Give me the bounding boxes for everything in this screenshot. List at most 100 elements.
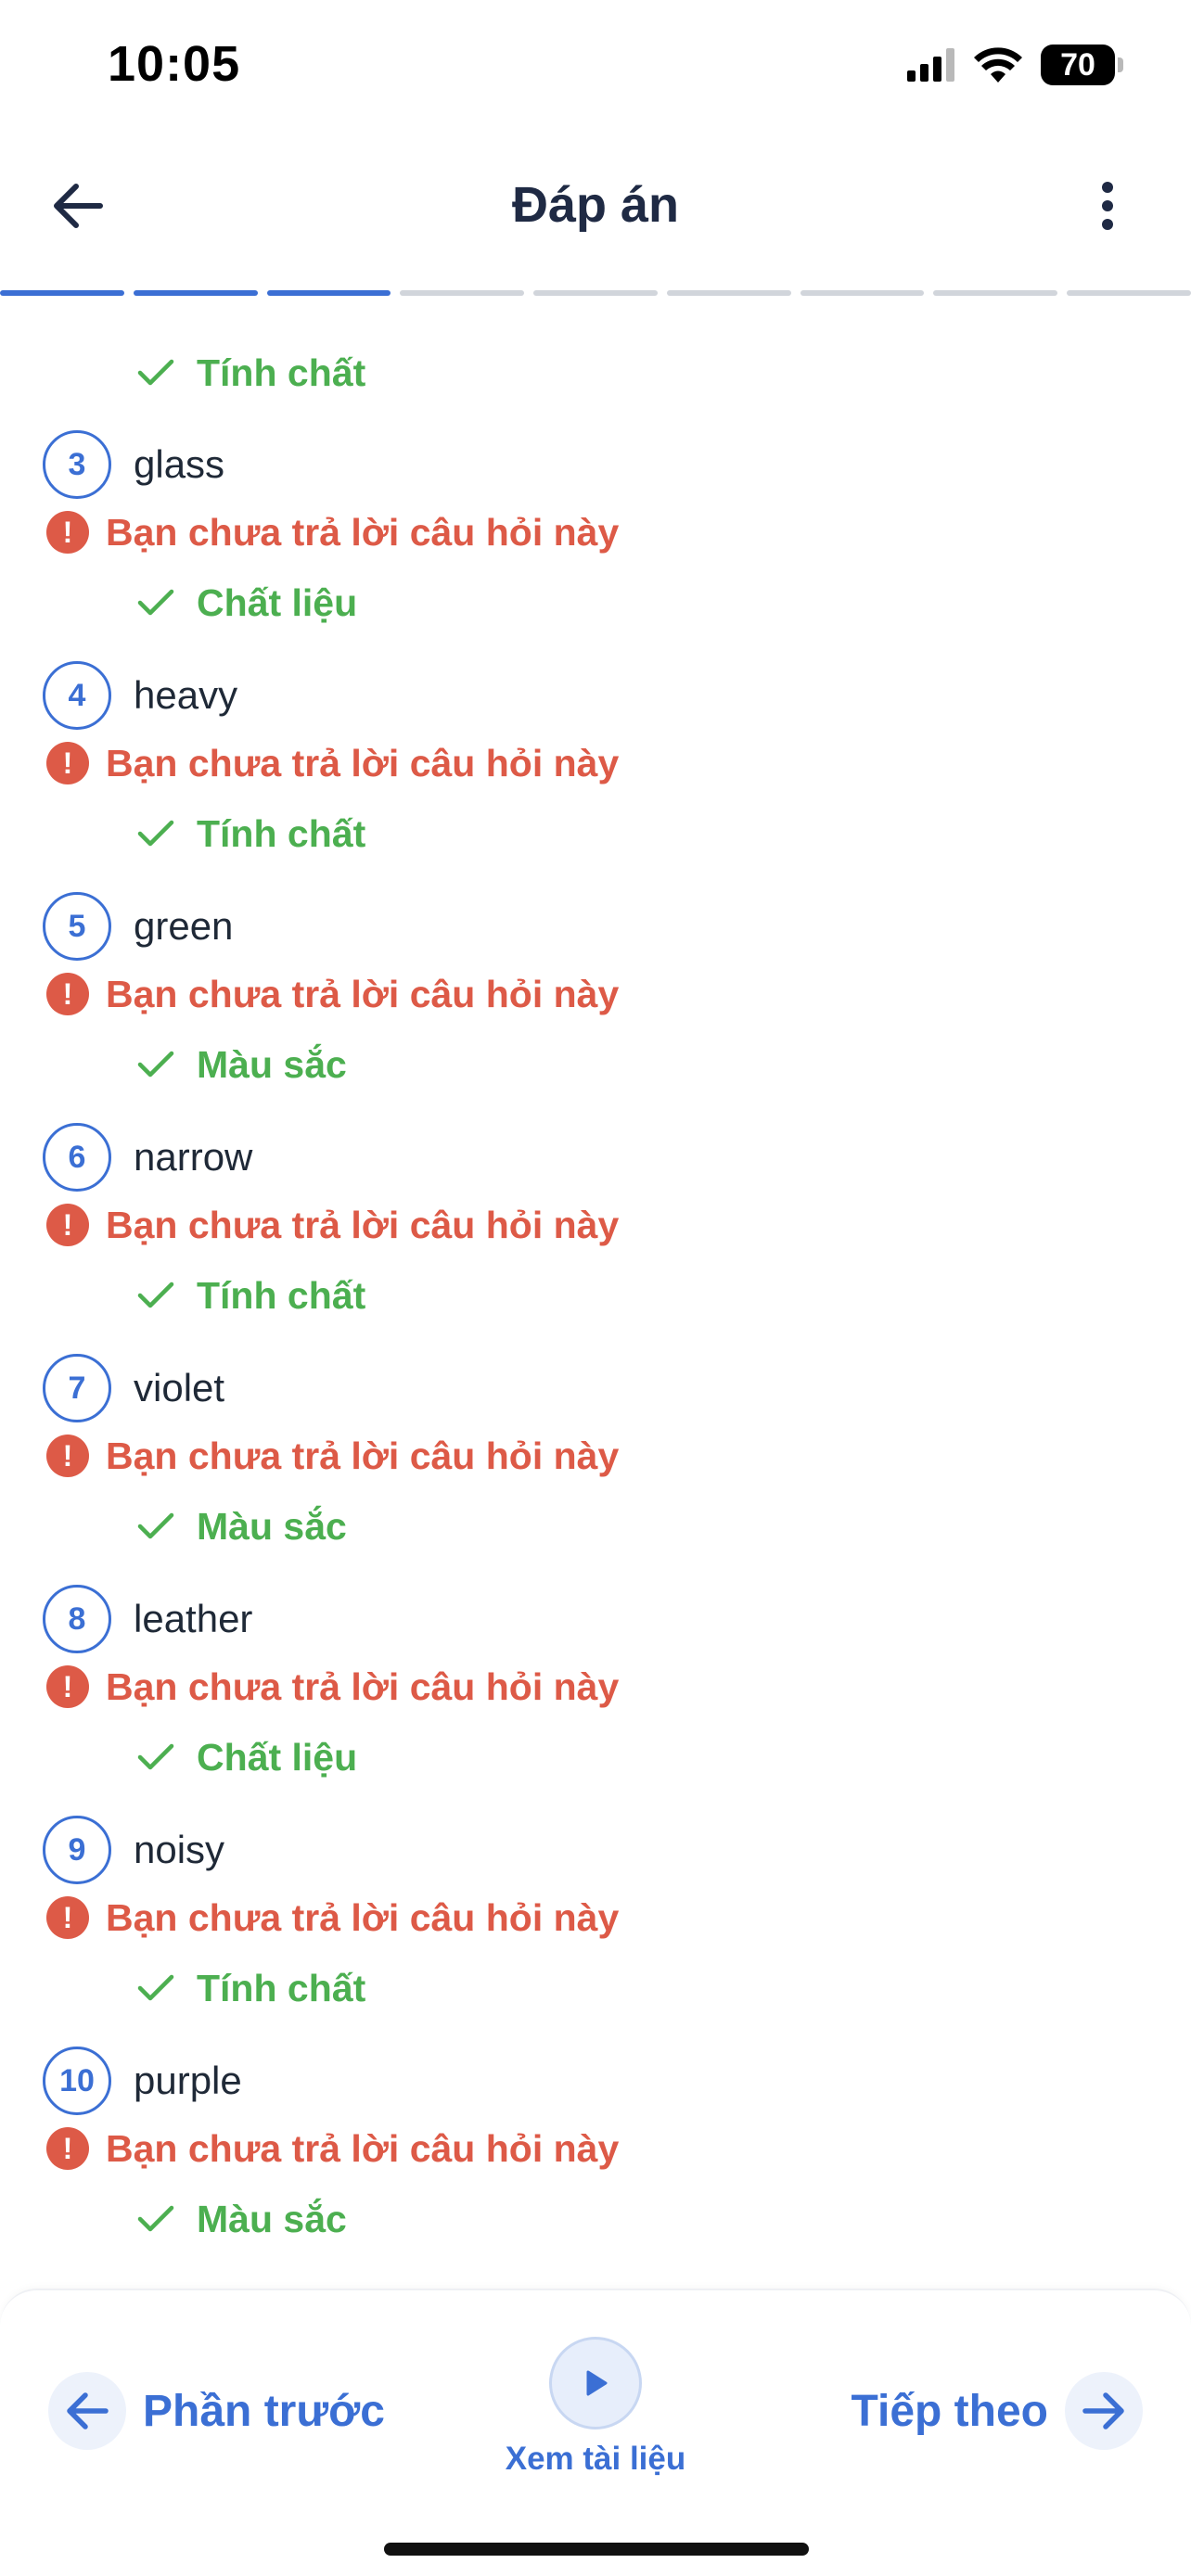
- question-row: 7 violet: [43, 1354, 224, 1422]
- check-icon: [137, 1051, 174, 1078]
- question-row: 9 noisy: [43, 1816, 224, 1884]
- unanswered-row: ! Bạn chưa trả lời câu hỏi này: [46, 504, 619, 560]
- correct-answer-text: Màu sắc: [197, 1042, 347, 1086]
- question-word: green: [134, 904, 234, 948]
- correct-answer-text: Tính chất: [197, 351, 366, 394]
- answer-row: Tính chất: [137, 806, 365, 861]
- question-word: glass: [134, 442, 225, 486]
- unanswered-message: Bạn chưa trả lời câu hỏi này: [106, 1895, 620, 1939]
- check-icon: [137, 359, 174, 386]
- check-icon: [137, 1974, 174, 2001]
- answer-row: Tính chất: [137, 1960, 365, 2016]
- unanswered-row: ! Bạn chưa trả lời câu hỏi này: [46, 966, 619, 1022]
- previous-section-button[interactable]: Phần trước: [48, 2372, 385, 2450]
- question-word: noisy: [134, 1828, 225, 1871]
- question-word: violet: [134, 1366, 225, 1409]
- unanswered-message: Bạn chưa trả lời câu hỏi này: [106, 510, 620, 554]
- status-icons: 70: [907, 45, 1123, 85]
- exclamation-circle-icon: !: [46, 742, 89, 784]
- progress-segment: [400, 290, 525, 296]
- next-label: Tiếp theo: [851, 2386, 1048, 2436]
- progress-segment: [533, 290, 658, 296]
- next-arrow-circle: [1065, 2372, 1143, 2450]
- question-item: 10 purple ! Bạn chưa trả lời câu hỏi này…: [0, 2047, 1191, 2277]
- exclamation-circle-icon: !: [46, 511, 89, 554]
- check-icon: [137, 1282, 174, 1308]
- question-row: 3 glass: [43, 430, 224, 499]
- arrow-left-icon: [67, 2392, 109, 2429]
- exclamation-circle-icon: !: [46, 1435, 89, 1477]
- question-number-badge: 4: [43, 661, 111, 730]
- answer-row: Màu sắc: [137, 1037, 347, 1092]
- unanswered-row: ! Bạn chưa trả lời câu hỏi này: [46, 735, 619, 791]
- check-icon: [137, 1512, 174, 1539]
- unanswered-message: Bạn chưa trả lời câu hỏi này: [106, 1664, 620, 1708]
- answer-row: Chất liệu: [137, 1729, 357, 1785]
- question-progress-bar: [0, 290, 1191, 298]
- question-item: 7 violet ! Bạn chưa trả lời câu hỏi này …: [0, 1354, 1191, 1585]
- home-indicator[interactable]: [384, 2543, 809, 2556]
- view-document-button[interactable]: Xem tài liệu: [493, 2337, 698, 2478]
- answer-row: Màu sắc: [137, 2191, 347, 2247]
- check-icon: [137, 1743, 174, 1770]
- question-number-badge: 9: [43, 1816, 111, 1884]
- question-item: 5 green ! Bạn chưa trả lời câu hỏi này M…: [0, 892, 1191, 1123]
- unanswered-row: ! Bạn chưa trả lời câu hỏi này: [46, 1197, 619, 1253]
- question-word: leather: [134, 1597, 253, 1640]
- progress-segment: [666, 290, 791, 296]
- unanswered-row: ! Bạn chưa trả lời câu hỏi này: [46, 1659, 619, 1715]
- progress-segment: [1067, 290, 1191, 296]
- unanswered-message: Bạn chưa trả lời câu hỏi này: [106, 972, 620, 1015]
- correct-answer-text: Màu sắc: [197, 1504, 347, 1548]
- answer-row: Màu sắc: [137, 1498, 347, 1554]
- question-row: 4 heavy: [43, 661, 237, 730]
- check-icon: [137, 589, 174, 616]
- check-icon: [137, 2205, 174, 2232]
- unanswered-message: Bạn chưa trả lời câu hỏi này: [106, 741, 620, 784]
- correct-answer-text: Tính chất: [197, 811, 366, 855]
- question-item: 3 glass ! Bạn chưa trả lời câu hỏi này C…: [0, 430, 1191, 661]
- question-number-badge: 7: [43, 1354, 111, 1422]
- progress-segment: [0, 290, 124, 296]
- unanswered-message: Bạn chưa trả lời câu hỏi này: [106, 1434, 620, 1477]
- exclamation-circle-icon: !: [46, 973, 89, 1015]
- status-bar: 10:05 70: [0, 0, 1191, 130]
- question-row: 5 green: [43, 892, 233, 961]
- bottom-navigation: Phần trước Xem tài liệu Tiếp theo: [0, 2289, 1191, 2576]
- answer-row: Chất liệu: [137, 575, 357, 631]
- unanswered-message: Bạn chưa trả lời câu hỏi này: [106, 1203, 620, 1246]
- question-word: narrow: [134, 1135, 253, 1179]
- exclamation-circle-icon: !: [46, 1204, 89, 1246]
- check-icon: [137, 820, 174, 847]
- question-item: 8 leather ! Bạn chưa trả lời câu hỏi này…: [0, 1585, 1191, 1816]
- question-word: purple: [134, 2059, 242, 2102]
- header: Đáp án: [0, 139, 1191, 278]
- progress-segment: [933, 290, 1058, 296]
- correct-answer-text: Chất liệu: [197, 580, 358, 624]
- question-row: 8 leather: [43, 1585, 252, 1653]
- page-title: Đáp án: [511, 177, 680, 233]
- status-time: 10:05: [108, 36, 241, 92]
- question-number-badge: 8: [43, 1585, 111, 1653]
- unanswered-row: ! Bạn chưa trả lời câu hỏi này: [46, 1428, 619, 1484]
- correct-answer-text: Màu sắc: [197, 2197, 347, 2240]
- question-number-badge: 5: [43, 892, 111, 961]
- more-vertical-icon: [1102, 182, 1113, 230]
- question-number-badge: 6: [43, 1123, 111, 1192]
- correct-answer-text: Tính chất: [197, 1273, 366, 1317]
- next-button[interactable]: Tiếp theo: [852, 2372, 1143, 2450]
- cellular-signal-icon: [907, 48, 954, 82]
- question-number-badge: 10: [43, 2047, 111, 2115]
- question-row: 10 purple: [43, 2047, 242, 2115]
- unanswered-message: Bạn chưa trả lời câu hỏi này: [106, 2126, 620, 2170]
- progress-segment: [800, 290, 925, 296]
- question-item: 4 heavy ! Bạn chưa trả lời câu hỏi này T…: [0, 661, 1191, 892]
- unanswered-row: ! Bạn chưa trả lời câu hỏi này: [46, 1890, 619, 1945]
- question-number-badge: 3: [43, 430, 111, 499]
- view-document-label: Xem tài liệu: [505, 2441, 686, 2477]
- play-circle: [549, 2337, 642, 2429]
- play-icon: [586, 2370, 608, 2396]
- exclamation-circle-icon: !: [46, 2127, 89, 2170]
- more-options-button[interactable]: [1080, 169, 1135, 243]
- question-row: 6 narrow: [43, 1123, 252, 1192]
